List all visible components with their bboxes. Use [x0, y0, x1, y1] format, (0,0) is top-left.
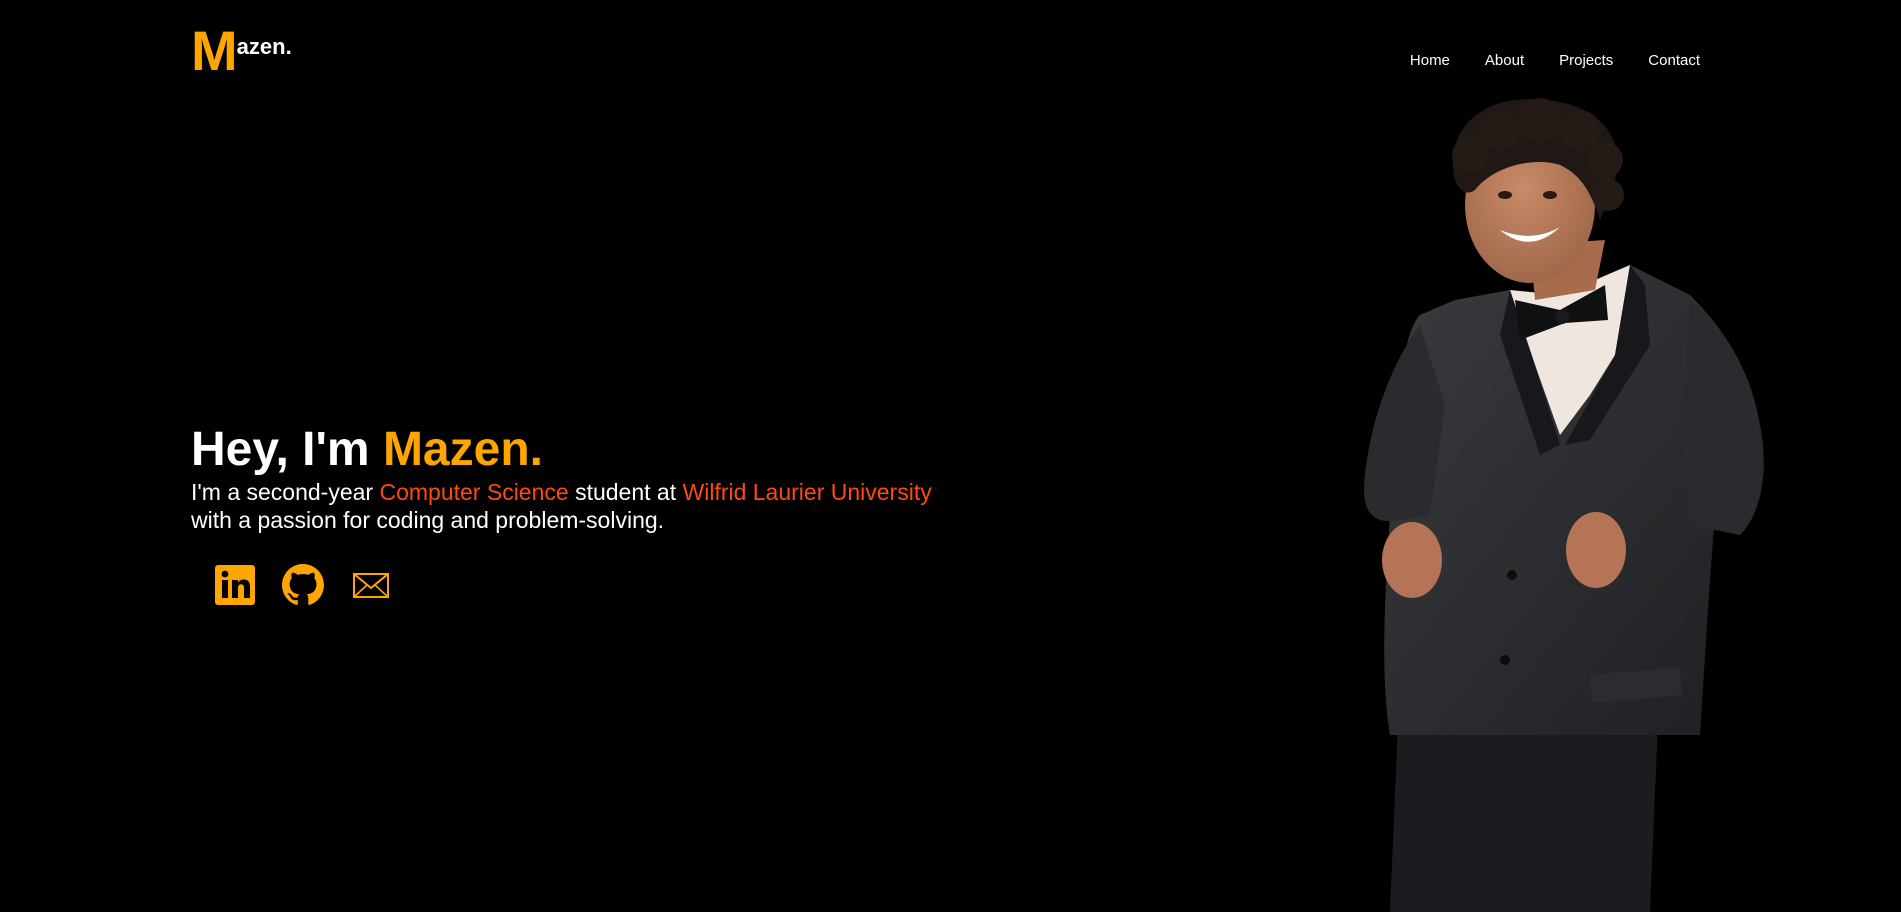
github-icon — [282, 564, 324, 605]
intro-major: Computer Science — [379, 479, 569, 505]
email-link[interactable] — [350, 564, 392, 606]
logo-text: azen. — [236, 34, 292, 59]
intro-text-2: student at — [568, 479, 683, 505]
intro-text-1: I'm a second-year — [191, 479, 380, 505]
email-icon — [353, 573, 389, 598]
linkedin-icon — [215, 565, 255, 605]
intro-school: Wilfrid Laurier University — [682, 479, 932, 505]
nav-about[interactable]: About — [1485, 52, 1524, 69]
nav-home[interactable]: Home — [1410, 52, 1450, 69]
page: M azen. Home About Projects Contact Hey,… — [0, 0, 1901, 912]
main-nav: Home About Projects Contact — [1375, 52, 1700, 69]
hero-name: Mazen. — [382, 423, 543, 476]
hero-intro-line2: with a passion for coding and problem-so… — [191, 507, 665, 533]
github-link[interactable] — [282, 564, 324, 606]
linkedin-link[interactable] — [214, 564, 256, 606]
nav-contact[interactable]: Contact — [1648, 52, 1700, 69]
logo-initial: M — [191, 19, 238, 82]
hero-heading: Hey, I'm Mazen. — [191, 422, 932, 478]
hero-greeting: Hey, I'm — [191, 423, 383, 476]
portrait-photo — [1364, 98, 1764, 912]
hero-section: Hey, I'm Mazen. I'm a second-year Comput… — [191, 422, 932, 534]
nav-projects[interactable]: Projects — [1559, 52, 1613, 69]
site-logo[interactable]: M azen. — [191, 19, 292, 82]
social-links — [214, 564, 418, 606]
hero-intro-line1: I'm a second-year Computer Science stude… — [191, 478, 932, 506]
